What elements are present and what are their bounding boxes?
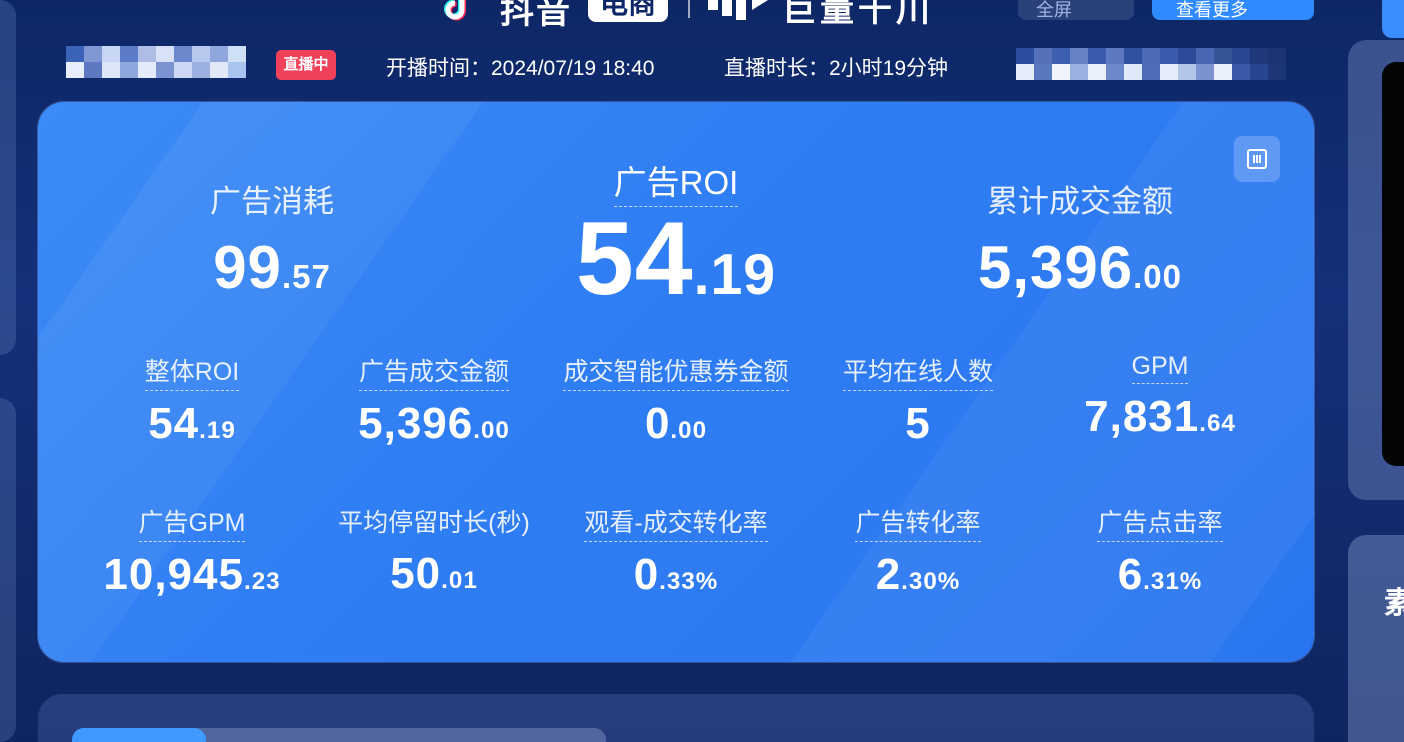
live-metrics-card: 广告消耗 99.57 广告ROI 54.19 累计成交金额 5,396.00 整… [38, 102, 1314, 662]
metric-settings-button[interactable] [1234, 136, 1280, 182]
metric-ad-gmv: 广告成交金额 5,396.00 [324, 352, 544, 449]
metric-value: 50.01 [390, 549, 478, 598]
metric-label[interactable]: 观看-成交转化率 [584, 503, 768, 542]
metric-total-gmv: 累计成交金额 5,396.00 [950, 176, 1210, 302]
header: 抖音 电商 巨量千川 全屏 查看更多 [0, 0, 1340, 31]
metric-ad-conversion: 广告转化率 2.30% [808, 503, 1028, 600]
metric-coupon-amount: 成交智能优惠券金额 0.00 [546, 352, 806, 449]
bottom-tab-active[interactable] [72, 728, 206, 742]
metric-label[interactable]: 平均在线人数 [842, 352, 993, 391]
metric-value: 5,396.00 [358, 399, 510, 448]
metric-label[interactable]: 广告成交金额 [358, 352, 509, 391]
metric-ad-spend: 广告消耗 99.57 [162, 176, 382, 302]
metric-value: 99.57 [213, 234, 331, 301]
metric-ad-gpm: 广告GPM 10,945.23 [82, 503, 302, 600]
metric-avg-online: 平均在线人数 5 [808, 352, 1028, 449]
metric-label[interactable]: 整体ROI [144, 352, 240, 391]
left-panel-bottom [0, 398, 16, 742]
metric-label[interactable]: GPM [1131, 352, 1189, 384]
metric-value: 6.31% [1117, 550, 1203, 599]
metric-value: 54.19 [148, 399, 236, 448]
live-duration: 直播时长：2小时19分钟 [724, 57, 949, 80]
metric-overall-roi: 整体ROI 54.19 [82, 352, 302, 449]
metric-label[interactable]: 广告点击率 [1097, 503, 1223, 542]
metric-label[interactable]: 广告GPM [138, 503, 246, 542]
view-more-label: 查看更多 [1176, 0, 1248, 20]
metric-value: 0.00 [644, 399, 708, 448]
qianchuan-logo-text: 巨量千川 [782, 0, 934, 29]
blurred-account-info [1016, 48, 1286, 64]
live-status-badge: 直播中 [276, 50, 336, 80]
columns-settings-icon [1247, 149, 1267, 169]
metric-label: 累计成交金额 [987, 184, 1173, 219]
fullscreen-label: 全屏 [1036, 0, 1072, 20]
right-top-button[interactable] [1382, 0, 1404, 38]
metric-value: 2.30% [875, 550, 961, 599]
live-start-time: 开播时间：2024/07/19 18:40 [386, 57, 655, 80]
metric-value: 7,831.64 [1084, 392, 1236, 441]
logo-divider [688, 0, 690, 18]
metric-label[interactable]: 广告ROI [613, 156, 739, 207]
metric-ad-roi: 广告ROI 54.19 [536, 156, 816, 314]
right-column: 素 [1348, 0, 1404, 742]
metric-value: 5 [905, 399, 931, 448]
metric-value: 5,396.00 [977, 234, 1183, 301]
live-info-row: 直播中 开播时间：2024/07/19 18:40 直播时长：2小时19分钟 [0, 40, 1340, 90]
douyin-logo-text: 抖音 [500, 0, 572, 31]
view-more-button[interactable]: 查看更多 [1152, 0, 1314, 20]
metric-avg-stay: 平均停留时长(秒) 50.01 [314, 503, 554, 599]
live-video-preview[interactable] [1382, 62, 1404, 466]
metric-label: 广告消耗 [210, 184, 334, 219]
metric-value: 10,945.23 [103, 550, 281, 599]
ocean-engine-logo-icon [708, 0, 768, 20]
metric-value: 54.19 [575, 201, 777, 317]
metric-label[interactable]: 成交智能优惠券金额 [563, 352, 789, 391]
metric-gpm: GPM 7,831.64 [1050, 352, 1270, 442]
metric-ad-ctr: 广告点击率 6.31% [1050, 503, 1270, 600]
metric-value: 0.33% [633, 550, 719, 599]
ecommerce-badge: 电商 [588, 0, 668, 22]
metric-label: 平均停留时长(秒) [338, 509, 530, 537]
metric-label[interactable]: 广告转化率 [855, 503, 981, 542]
right-material-panel [1348, 535, 1404, 742]
tiktok-logo-icon [444, 0, 466, 21]
fullscreen-button[interactable]: 全屏 [1018, 0, 1134, 20]
right-panel-title: 素 [1384, 587, 1404, 620]
blurred-account-name [66, 46, 246, 62]
metric-view-conversion: 观看-成交转化率 0.33% [556, 503, 796, 600]
